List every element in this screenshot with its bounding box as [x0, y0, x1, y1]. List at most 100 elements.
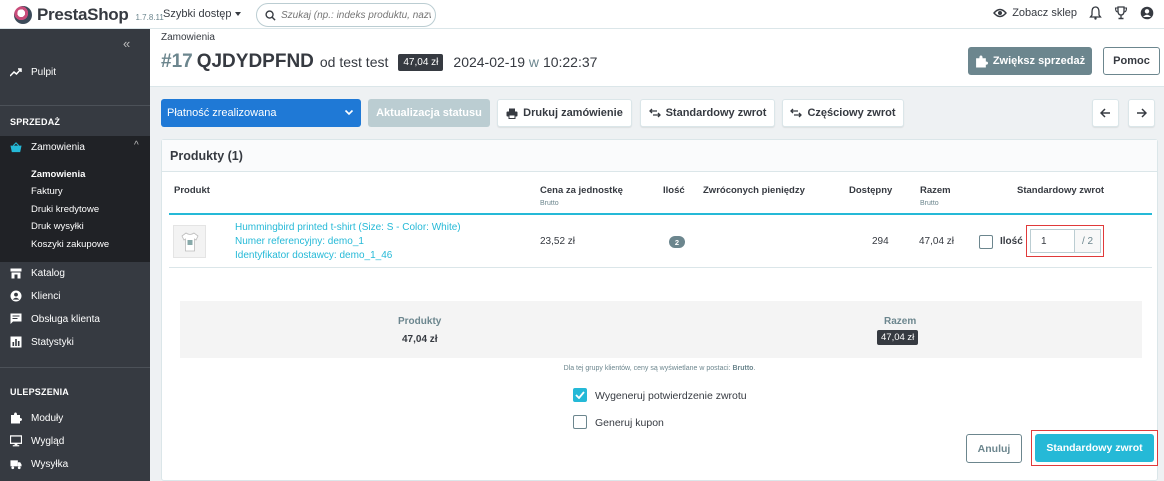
view-shop-link[interactable]: Zobacz sklep: [993, 7, 1077, 19]
order-total-badge: 47,04 zł: [398, 53, 444, 71]
update-status-button[interactable]: Aktualizacja statusu: [368, 99, 490, 127]
swap-horiz-icon: [648, 108, 661, 118]
submenu-item-invoices[interactable]: Faktury: [31, 186, 63, 197]
summary-products-label: Produkty: [398, 316, 442, 327]
arrow-right-icon: [1137, 108, 1147, 118]
sidebar-item-label: Moduły: [31, 412, 64, 424]
sidebar-item-label: Zamowienia: [31, 141, 85, 153]
version-label: 1.7.8.11: [135, 13, 164, 22]
page-header: Zamowienia #17 QJDYDPFND od test test 47…: [150, 29, 1164, 87]
trophy-icon[interactable]: [1114, 6, 1128, 20]
col-header-unit-price: Cena za jednostkę: [540, 185, 623, 196]
refund-qty-input[interactable]: 1: [1030, 229, 1075, 253]
search-input[interactable]: [281, 9, 431, 21]
top-right-actions: Zobacz sklep: [993, 6, 1154, 20]
sidebar-item-modules[interactable]: Moduły: [0, 407, 150, 429]
refund-qty-highlight: 1 / 2: [1026, 225, 1104, 257]
sidebar-item-orders[interactable]: Zamowienia ^: [0, 136, 150, 158]
summary-total-value: 47,04 zł: [877, 330, 919, 345]
order-customer: od test test: [319, 54, 389, 70]
help-button[interactable]: Pomoc: [1103, 47, 1160, 75]
col-header-standard-refund: Standardowy zwrot: [1017, 185, 1105, 196]
caret-down-icon: [235, 12, 242, 17]
table-header-divider: [169, 213, 1152, 215]
submit-highlight: Standardowy zwrot: [1031, 430, 1158, 466]
refund-qty-max: / 2: [1075, 229, 1101, 253]
puzzle-icon: [10, 412, 22, 424]
order-toolbar: Płatność zrealizowana Aktualizacja statu…: [150, 88, 1164, 134]
order-date-value: 2024-02-19: [453, 54, 526, 70]
product-thumbnail[interactable]: [173, 225, 206, 258]
sidebar-item-label: Statystyki: [31, 336, 74, 348]
product-reference[interactable]: Numer referencyjny: demo_1: [235, 236, 364, 247]
standard-refund-toolbar-button[interactable]: Standardowy zwrot: [640, 99, 775, 127]
sidebar-item-dashboard[interactable]: Pulpit: [0, 61, 150, 83]
brand-name: PrestaShop: [37, 5, 129, 24]
price-display-note-text: Dla tej grupy klientów, ceny są wyświetl…: [563, 365, 731, 372]
search-box[interactable]: [256, 3, 436, 27]
totals-summary: Produkty 47,04 zł Razem 47,04 zł: [180, 301, 1142, 358]
order-status-select[interactable]: Płatność zrealizowana: [161, 99, 361, 127]
submenu-item-credit-slips[interactable]: Druki kredytowe: [31, 204, 99, 215]
col-header-qty: Ilość: [663, 185, 685, 196]
refund-qty-label: Ilość: [1000, 236, 1023, 247]
view-shop-label: Zobacz sklep: [1012, 7, 1077, 19]
order-status-value: Płatność zrealizowana: [167, 107, 277, 119]
trending-up-icon: [10, 66, 22, 78]
product-supplier-reference[interactable]: Identyfikator dostawcy: demo_1_46: [235, 250, 392, 261]
submenu-item-delivery-slips[interactable]: Druk wysyłki: [31, 221, 84, 232]
orders-submenu: Zamowienia Faktury Druki kredytowe Druk …: [0, 158, 150, 262]
tshirt-icon: [180, 232, 199, 251]
col-header-product: Produkt: [174, 185, 210, 196]
sidebar-item-label: Klienci: [31, 290, 61, 302]
top-bar: PrestaShop 1.7.8.11 Szybki dostęp Zobacz…: [0, 0, 1164, 29]
breadcrumb[interactable]: Zamowienia: [161, 32, 215, 43]
quick-access-menu[interactable]: Szybki dostęp: [163, 8, 242, 20]
prestashop-logo-icon: [14, 6, 32, 24]
next-order-button[interactable]: [1128, 99, 1155, 127]
price-display-note: Dla tej grupy klientów, ceny są wyświetl…: [563, 365, 756, 372]
chevron-up-icon[interactable]: ^: [134, 140, 139, 151]
submenu-item-carts[interactable]: Koszyki zakupowe: [31, 239, 109, 250]
check-icon: [575, 391, 585, 399]
sidebar-item-catalog[interactable]: Katalog: [0, 262, 150, 284]
col-header-total: Razem: [920, 185, 951, 196]
chat-icon: [10, 313, 22, 325]
sidebar-item-label: Obsługa klienta: [31, 313, 100, 325]
print-order-label: Drukuj zamówienie: [523, 107, 623, 119]
sidebar-item-shipping[interactable]: Wysyłka: [0, 453, 150, 475]
order-reference: QJDYDPFND: [196, 51, 314, 72]
shopping-basket-icon: [10, 141, 22, 153]
bell-icon[interactable]: [1089, 6, 1102, 20]
col-header-available: Dostępny: [849, 185, 893, 196]
refund-product-checkbox[interactable]: [979, 235, 993, 249]
product-total: 47,04 zł: [919, 236, 955, 247]
standard-refund-submit-button[interactable]: Standardowy zwrot: [1035, 434, 1154, 462]
print-order-button[interactable]: Drukuj zamówienie: [497, 99, 632, 127]
product-qty-badge: 2: [669, 236, 685, 248]
regenerate-confirmation-checkbox[interactable]: [573, 388, 587, 402]
product-available: 294: [872, 236, 889, 247]
partial-refund-button[interactable]: Częściowy zwrot: [782, 99, 904, 127]
summary-products-value: 47,04 zł: [402, 334, 438, 345]
brand-logo[interactable]: PrestaShop 1.7.8.11: [14, 5, 164, 25]
sidebar-item-customers[interactable]: Klienci: [0, 285, 150, 307]
products-card: Produkty (1) Produkt Cena za jednostkę B…: [161, 139, 1158, 481]
puzzle-icon: [975, 55, 988, 67]
sidebar-item-customer-service[interactable]: Obsługa klienta: [0, 308, 150, 330]
product-name-link[interactable]: Hummingbird printed t-shirt (Size: S - C…: [235, 222, 461, 233]
sidebar-item-design[interactable]: Wygląd: [0, 430, 150, 452]
grow-sales-button[interactable]: Zwiększ sprzedaż: [968, 47, 1092, 75]
previous-order-button[interactable]: [1092, 99, 1119, 127]
generate-voucher-checkbox[interactable]: [573, 415, 587, 429]
cancel-button[interactable]: Anuluj: [966, 434, 1022, 463]
collapse-sidebar-icon[interactable]: «: [123, 36, 130, 51]
sidebar-item-stats[interactable]: Statystyki: [0, 331, 150, 353]
truck-icon: [10, 458, 22, 470]
sidebar: « Pulpit SPRZEDAŻ Zamowienia ^ Zamowieni…: [0, 29, 150, 481]
order-date-at: w: [528, 54, 540, 70]
table-row-divider: [169, 267, 1152, 268]
submenu-item-orders[interactable]: Zamowienia: [31, 169, 85, 180]
user-account-icon[interactable]: [1140, 6, 1154, 20]
bar-chart-icon: [10, 336, 22, 348]
